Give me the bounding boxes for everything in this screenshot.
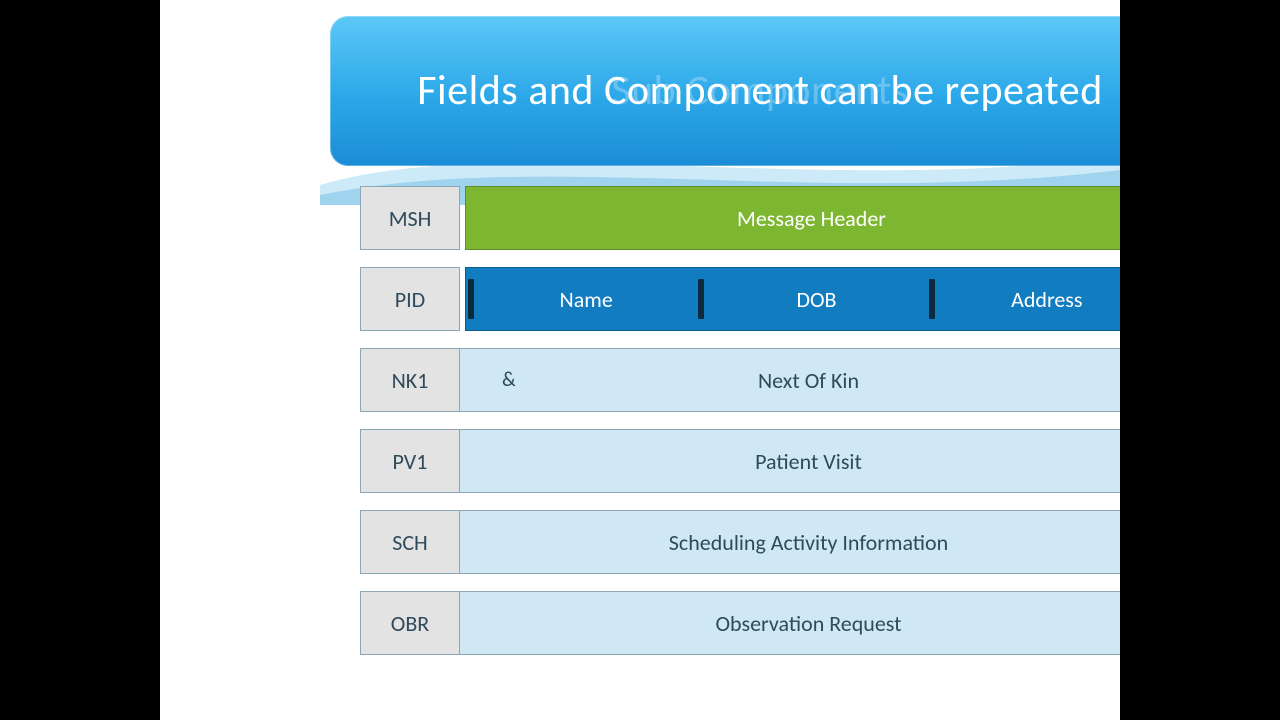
segment-code: SCH bbox=[360, 510, 460, 574]
row-pv1: PV1 Patient Visit bbox=[360, 429, 1120, 493]
pid-field-name: Name bbox=[476, 268, 696, 330]
segment-code: OBR bbox=[360, 591, 460, 655]
field-separator-icon bbox=[927, 268, 937, 330]
segment-code: PV1 bbox=[360, 429, 460, 493]
ampersand-symbol: & bbox=[502, 368, 516, 392]
row-obr: OBR Observation Request bbox=[360, 591, 1120, 655]
segment-body: Observation Request bbox=[460, 591, 1120, 655]
pid-field-dob: DOB bbox=[706, 268, 926, 330]
slide-title: Fields and Component can be repeated bbox=[417, 67, 1103, 115]
pid-field-address: Address bbox=[937, 268, 1120, 330]
segment-rows: MSH Message Header PID Name DOB Address … bbox=[360, 186, 1120, 655]
title-panel: Sub Components Fields and Component can … bbox=[330, 16, 1120, 166]
slide: Sub Components Fields and Component can … bbox=[160, 0, 1120, 720]
row-msh: MSH Message Header bbox=[360, 186, 1120, 250]
segment-body: Next Of Kin bbox=[460, 348, 1120, 412]
segment-body: Name DOB Address bbox=[465, 267, 1120, 331]
field-separator-icon bbox=[696, 268, 706, 330]
segment-body: Message Header bbox=[465, 186, 1120, 250]
segment-code: PID bbox=[360, 267, 460, 331]
row-pid: PID Name DOB Address bbox=[360, 267, 1120, 331]
segment-code: MSH bbox=[360, 186, 460, 250]
row-nk1: NK1 Next Of Kin & bbox=[360, 348, 1120, 412]
row-sch: SCH Scheduling Activity Information bbox=[360, 510, 1120, 574]
field-separator-icon bbox=[466, 268, 476, 330]
segment-body: Scheduling Activity Information bbox=[460, 510, 1120, 574]
segment-body: Patient Visit bbox=[460, 429, 1120, 493]
segment-code: NK1 bbox=[360, 348, 460, 412]
